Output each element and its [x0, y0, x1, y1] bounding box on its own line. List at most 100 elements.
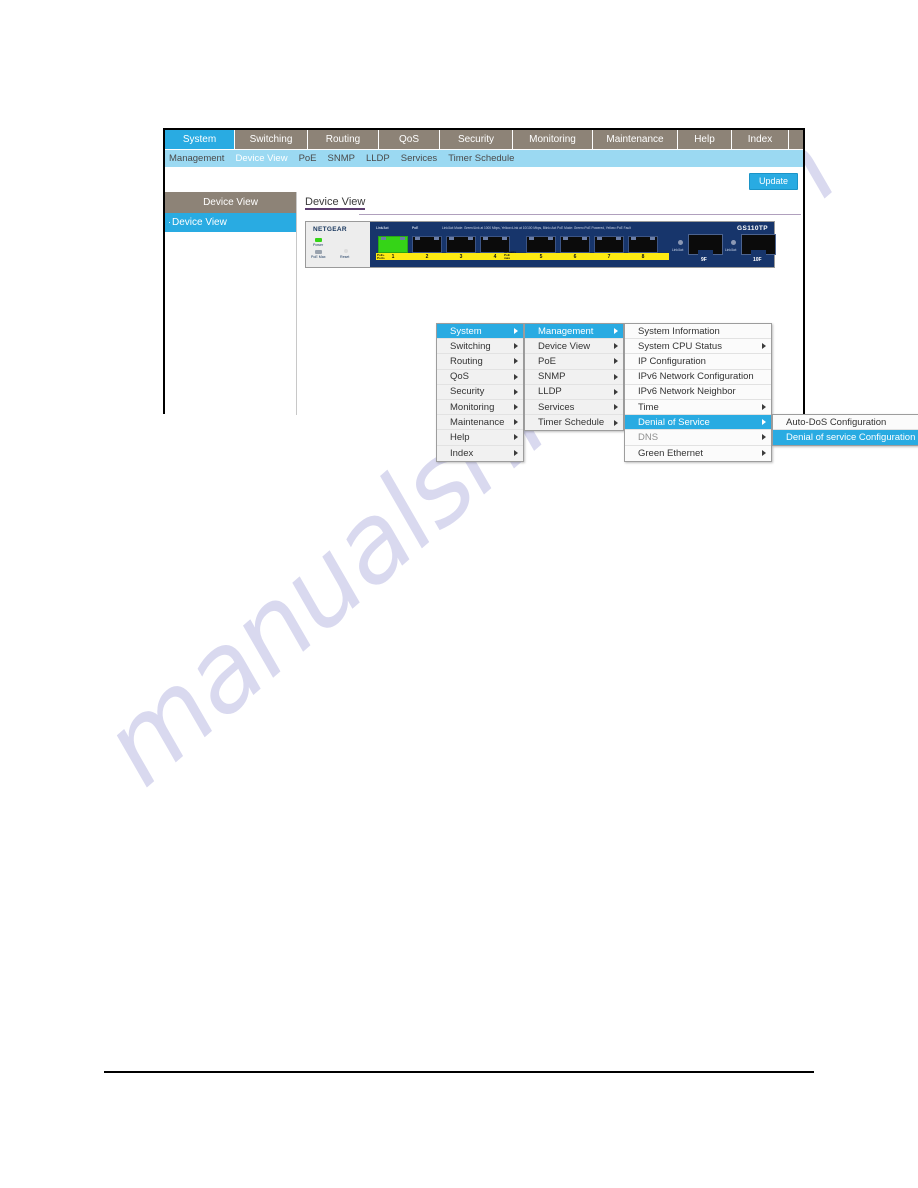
- rj45-port-8[interactable]: [628, 236, 658, 253]
- port-5-led-left-icon: [529, 237, 534, 240]
- tab-system[interactable]: System: [165, 130, 235, 149]
- menu-item-auto-dos-configuration[interactable]: Auto-DoS Configuration: [773, 415, 918, 431]
- bullet-icon: ·: [168, 217, 171, 227]
- port-1-led-right-icon: [400, 237, 405, 240]
- menu-item-routing[interactable]: Routing: [437, 354, 523, 370]
- port-number-3: 3: [459, 253, 463, 260]
- device-front-panel-image: NETGEAR Power PoE Max Reset GS110TP Link…: [305, 221, 776, 268]
- subnav-poe[interactable]: PoE: [299, 153, 317, 164]
- tab-help[interactable]: Help: [678, 130, 732, 149]
- port-2-led-right-icon: [434, 237, 439, 240]
- subnav-lldp[interactable]: LLDP: [366, 153, 390, 164]
- menu-item-system[interactable]: System: [437, 324, 523, 340]
- switch-admin-screenshot: System Switching Routing QoS Security Monitor…: [163, 128, 918, 462]
- menu-item-system-information[interactable]: System Information: [625, 324, 771, 340]
- menu-item-system-cpu-status[interactable]: System CPU Status: [625, 339, 771, 355]
- menu-item-denial-of-service-configuration[interactable]: Denial of service Configuration: [773, 430, 918, 446]
- menu-item-label: Auto-DoS Configuration: [786, 416, 887, 428]
- menu-level-3[interactable]: System Information System CPU Status IP Co…: [624, 323, 772, 462]
- menu-item-label: IPv6 Network Configuration: [638, 371, 754, 383]
- menu-item-dns[interactable]: DNS: [625, 430, 771, 446]
- menu-item-label: Routing: [450, 355, 483, 367]
- submenu-arrow-icon: [614, 373, 618, 380]
- device-left-bezel: NETGEAR Power PoE Max Reset: [306, 222, 370, 267]
- menu-level-1[interactable]: System Switching Routing QoS Security Monitor…: [436, 323, 524, 462]
- rj45-port-6[interactable]: [560, 236, 590, 253]
- menu-item-poe[interactable]: PoE: [525, 354, 623, 370]
- reset-button-label: Reset: [340, 255, 350, 259]
- port-2-led-left-icon: [415, 237, 420, 240]
- subnav-management[interactable]: Management: [169, 153, 224, 164]
- menu-item-ipv6-network-configuration[interactable]: IPv6 Network Configuration: [625, 370, 771, 385]
- rj45-port-2[interactable]: [412, 236, 442, 253]
- rj45-port-7[interactable]: [594, 236, 624, 253]
- rj45-port-1[interactable]: [378, 236, 408, 253]
- update-button[interactable]: Update: [748, 173, 798, 190]
- menu-item-label: Denial of service Configuration: [786, 432, 916, 444]
- submenu-arrow-icon: [614, 328, 618, 335]
- port-8-led-left-icon: [631, 237, 636, 240]
- menu-item-time[interactable]: Time: [625, 400, 771, 416]
- port-7-led-right-icon: [616, 237, 621, 240]
- subnav-timer-schedule[interactable]: Timer Schedule: [448, 153, 514, 164]
- menu-level-4[interactable]: Auto-DoS Configuration Denial of service …: [772, 414, 918, 447]
- port-1-led-left-icon: [381, 237, 386, 240]
- menu-item-switching[interactable]: Switching: [437, 339, 523, 355]
- menu-item-device-view[interactable]: Device View: [525, 339, 623, 355]
- submenu-arrow-icon: [762, 404, 766, 411]
- menu-item-label: Management: [538, 325, 594, 337]
- menu-item-label: DNS: [638, 431, 659, 443]
- main-content: Device View NETGEAR Power PoE Max Reset …: [297, 192, 918, 462]
- submenu-arrow-icon: [762, 450, 766, 457]
- menu-item-label: QoS: [450, 371, 470, 383]
- menu-item-security[interactable]: Security: [437, 385, 523, 400]
- menu-item-ipv6-network-neighbor[interactable]: IPv6 Network Neighbor: [625, 385, 771, 400]
- port-number-6: 6: [573, 253, 577, 260]
- rj45-port-3[interactable]: [446, 236, 476, 253]
- sidebar-header: Device View: [165, 192, 296, 213]
- submenu-arrow-icon: [762, 343, 766, 350]
- tab-maintenance[interactable]: Maintenance: [593, 130, 678, 149]
- menu-item-snmp[interactable]: SNMP: [525, 370, 623, 385]
- primary-tab-bar: System Switching Routing QoS Security Monitor…: [165, 130, 803, 150]
- tab-index[interactable]: Index: [732, 130, 789, 149]
- menu-level-2[interactable]: Management Device View PoE SNMP LLDP Services…: [524, 323, 624, 432]
- port-number-5: 5: [539, 253, 543, 260]
- submenu-arrow-icon: [614, 404, 618, 411]
- menu-item-label: Timer Schedule: [538, 417, 605, 429]
- menu-item-label: System: [450, 325, 482, 337]
- menu-item-label: System Information: [638, 325, 720, 337]
- menu-item-monitoring[interactable]: Monitoring: [437, 400, 523, 416]
- tab-switching[interactable]: Switching: [235, 130, 308, 149]
- subnav-snmp[interactable]: SNMP: [328, 153, 355, 164]
- menu-item-lldp[interactable]: LLDP: [525, 385, 623, 400]
- menu-item-qos[interactable]: QoS: [437, 370, 523, 385]
- menu-item-denial-of-service[interactable]: Denial of Service: [625, 415, 771, 431]
- tab-qos[interactable]: QoS: [379, 130, 440, 149]
- menu-item-management[interactable]: Management: [525, 324, 623, 340]
- rj45-port-5[interactable]: [526, 236, 556, 253]
- submenu-arrow-icon: [514, 419, 518, 426]
- menu-item-ip-configuration[interactable]: IP Configuration: [625, 354, 771, 370]
- menu-item-services[interactable]: Services: [525, 400, 623, 416]
- secondary-nav-bar: Management Device View PoE SNMP LLDP Services…: [165, 150, 803, 167]
- submenu-arrow-icon: [614, 388, 618, 395]
- subnav-services[interactable]: Services: [401, 153, 437, 164]
- menu-item-label: Help: [450, 431, 470, 443]
- tab-routing[interactable]: Routing: [308, 130, 379, 149]
- port-3-led-right-icon: [468, 237, 473, 240]
- page-title: Device View: [305, 192, 366, 210]
- menu-item-index[interactable]: Index: [437, 446, 523, 461]
- sfp-9f-number: 9F: [701, 257, 707, 263]
- sidebar-item-device-view[interactable]: ·Device View: [165, 213, 296, 232]
- menu-item-label: Security: [450, 386, 485, 398]
- strip-tag-1: 30-watts PoE max: [504, 249, 517, 260]
- tab-security[interactable]: Security: [440, 130, 513, 149]
- menu-item-green-ethernet[interactable]: Green Ethernet: [625, 446, 771, 461]
- tab-monitoring[interactable]: Monitoring: [513, 130, 593, 149]
- menu-item-help[interactable]: Help: [437, 430, 523, 446]
- subnav-device-view[interactable]: Device View: [235, 153, 287, 164]
- menu-item-maintenance[interactable]: Maintenance: [437, 415, 523, 431]
- menu-item-label: LLDP: [538, 386, 562, 398]
- menu-item-timer-schedule[interactable]: Timer Schedule: [525, 415, 623, 430]
